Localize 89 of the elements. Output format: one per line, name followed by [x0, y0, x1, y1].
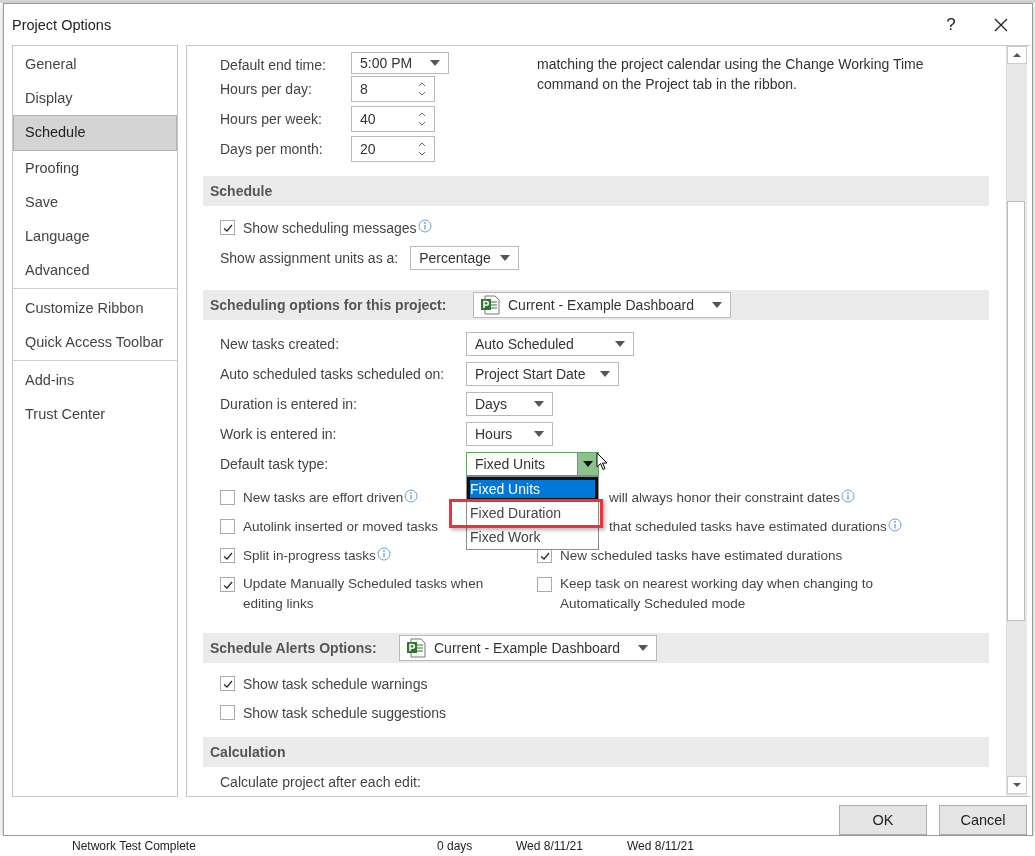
option-dropdown[interactable]: Auto Scheduled — [466, 332, 634, 356]
project-file-icon — [406, 638, 426, 658]
section-heading: Schedule — [210, 183, 273, 199]
table-cell: 0 days — [437, 839, 473, 853]
caret-icon — [430, 60, 440, 66]
window-title: Project Options — [12, 16, 113, 33]
sidebar-item[interactable]: Advanced — [13, 253, 177, 287]
option-dropdown[interactable]: Fixed Units — [466, 452, 599, 476]
scroll-down-icon[interactable] — [1007, 776, 1027, 794]
checkbox[interactable] — [220, 577, 235, 592]
option-dropdown[interactable]: Project Start Date — [466, 362, 619, 386]
scrollbar-thumb[interactable] — [1007, 201, 1025, 621]
field-label: Auto scheduled tasks scheduled on: — [220, 365, 446, 383]
caret-icon — [534, 431, 544, 437]
field-label: New tasks created: — [220, 335, 341, 353]
checkbox-label: that scheduled tasks have estimated durations — [609, 518, 887, 536]
description-text: matching the project calendar using the Change Working Time command on the Project tab in the ribbon. — [537, 55, 925, 94]
checkbox[interactable] — [220, 519, 235, 534]
dropdown-option[interactable]: Fixed Duration — [467, 501, 598, 525]
spinner-arrows-icon — [418, 111, 426, 127]
number-spinner[interactable]: 8 — [351, 76, 435, 102]
checkbox[interactable] — [220, 705, 235, 720]
checkbox-label: Update Manually Scheduled tasks when editing links — [243, 575, 485, 613]
sidebar-item[interactable]: Save — [13, 185, 177, 219]
project-dropdown[interactable]: Current - Example Dashboard — [473, 292, 731, 318]
checkbox[interactable] — [220, 220, 235, 235]
caret-icon — [712, 302, 722, 308]
table-cell: Wed 8/11/21 — [516, 839, 583, 853]
field-label: Days per month: — [220, 140, 324, 158]
help-button[interactable]: ? — [926, 6, 976, 43]
dialog-button[interactable]: OK — [839, 805, 927, 835]
checkbox-label: Autolink inserted or moved tasks — [243, 518, 439, 536]
checkbox[interactable] — [220, 548, 235, 563]
project-dropdown[interactable]: Current - Example Dashboard — [399, 635, 657, 661]
sidebar-item[interactable]: General — [13, 47, 177, 81]
field-label: Hours per day: — [220, 80, 313, 98]
units-dropdown[interactable]: Percentage — [410, 246, 520, 270]
sidebar-item[interactable]: Proofing — [13, 151, 177, 185]
field-label: Show assignment units as a: — [220, 249, 399, 267]
caret-icon — [600, 371, 610, 377]
caret-icon — [583, 461, 593, 467]
checkbox[interactable] — [537, 577, 552, 592]
option-dropdown[interactable]: Days — [466, 392, 553, 416]
option-dropdown[interactable]: Hours — [466, 422, 553, 446]
sidebar-item[interactable]: Customize Ribbon — [13, 291, 177, 325]
dialog-button[interactable]: Cancel — [939, 805, 1027, 835]
caret-icon — [534, 401, 544, 407]
sidebar-item[interactable]: Add-ins — [13, 363, 177, 397]
section-heading: Schedule Alerts Options: — [210, 640, 378, 656]
checkbox-label: New scheduled tasks have estimated durations — [560, 547, 843, 565]
checkbox-label: Split in-progress tasks — [243, 547, 376, 565]
section-heading: Scheduling options for this project: — [210, 297, 448, 313]
sidebar-item[interactable]: Language — [13, 219, 177, 253]
spinner-arrows-icon — [418, 81, 426, 97]
caret-icon — [500, 255, 511, 261]
checkbox-label: Show scheduling messages — [243, 219, 417, 237]
end-time-dropdown[interactable]: 5:00 PM — [351, 52, 449, 74]
field-label: Hours per week: — [220, 110, 323, 128]
checkbox-label: Show task schedule warnings — [243, 675, 428, 693]
sidebar-item[interactable]: Schedule — [13, 115, 177, 151]
field-label: Default task type: — [220, 455, 330, 473]
checkbox-label: Show task schedule suggestions — [243, 704, 447, 722]
section-heading: Calculation — [210, 744, 286, 760]
table-cell: Wed 8/11/21 — [627, 839, 694, 853]
sidebar-item[interactable]: Trust Center — [13, 397, 177, 431]
number-spinner[interactable]: 40 — [351, 106, 435, 132]
close-icon — [994, 17, 1008, 32]
caret-icon — [615, 341, 625, 347]
number-spinner[interactable]: 20 — [351, 136, 435, 162]
sidebar-item[interactable]: Quick Access Toolbar — [13, 325, 177, 359]
field-label: Calculate project after each edit: — [220, 774, 421, 790]
checkbox[interactable] — [220, 490, 235, 505]
checkbox-label: will always honor their constraint dates — [609, 489, 841, 507]
project-file-icon — [480, 295, 500, 315]
caret-icon — [638, 645, 648, 651]
scroll-up-icon[interactable] — [1007, 46, 1027, 64]
mouse-pointer-icon — [596, 452, 608, 471]
field-label: Duration is entered in: — [220, 395, 358, 413]
checkbox[interactable] — [220, 676, 235, 691]
checkbox-label: New tasks are effort driven — [243, 489, 404, 507]
dropdown-option[interactable]: Fixed Units — [467, 477, 598, 501]
field-label: Default end time: — [220, 56, 327, 74]
checkbox-label: Keep task on nearest working day when changing to Automatically Scheduled mode — [560, 575, 874, 613]
field-label: Work is entered in: — [220, 425, 338, 443]
spinner-arrows-icon — [418, 141, 426, 157]
dropdown-option[interactable]: Fixed Work — [467, 525, 598, 549]
table-cell: Network Test Complete — [72, 839, 196, 853]
scrollbar[interactable] — [1006, 46, 1027, 796]
sidebar-item[interactable]: Display — [13, 81, 177, 115]
